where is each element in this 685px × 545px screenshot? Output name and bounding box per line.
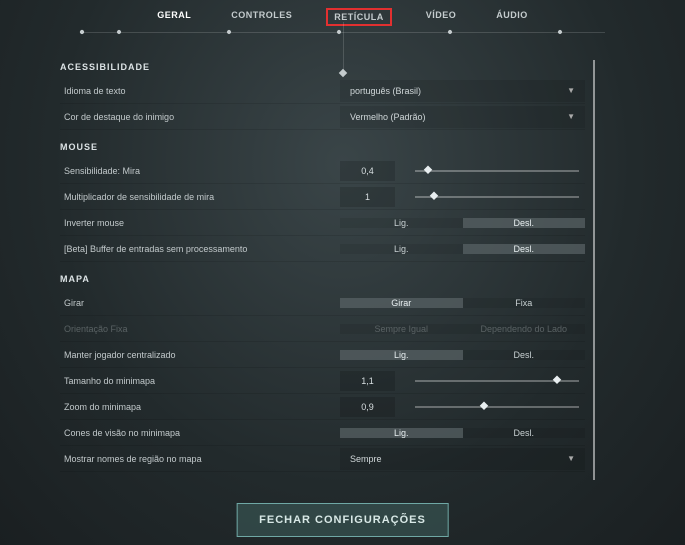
scrollbar[interactable] [593,60,595,480]
toggle-cones-on[interactable]: Lig. [340,428,463,438]
toggle-fixed[interactable]: Fixa [463,298,586,308]
row-vision-cones: Cones de visão no minimapa Lig. Desl. [60,420,585,446]
slider-scoped-mult[interactable] [415,196,579,198]
label-invert-mouse: Inverter mouse [60,218,340,228]
label-enemy-highlight: Cor de destaque do inimigo [60,112,340,122]
tab-general[interactable]: GERAL [151,8,197,26]
dropdown-value: português (Brasil) [350,86,421,96]
input-sensitivity[interactable]: 0,4 [340,161,395,181]
settings-content: ACESSIBILIDADE Idioma de texto português… [60,50,585,490]
label-fixed-orientation: Orientação Fixa [60,324,340,334]
toggle-invert-off[interactable]: Desl. [463,218,586,228]
toggle-same: Sempre Igual [340,324,463,334]
toggle-cones-off[interactable]: Desl. [463,428,586,438]
row-scoped-mult: Multiplicador de sensibilidade de mira 1 [60,184,585,210]
label-scoped-mult: Multiplicador de sensibilidade de mira [60,192,340,202]
row-invert-mouse: Inverter mouse Lig. Desl. [60,210,585,236]
row-keep-centered: Manter jogador centralizado Lig. Desl. [60,342,585,368]
label-text-language: Idioma de texto [60,86,340,96]
row-enemy-highlight: Cor de destaque do inimigo Vermelho (Pad… [60,104,585,130]
slider-sensitivity[interactable] [415,170,579,172]
label-minimap-size: Tamanho do minimapa [60,376,340,386]
row-raw-input: [Beta] Buffer de entradas sem processame… [60,236,585,262]
toggle-raw-on[interactable]: Lig. [340,244,463,254]
row-fixed-orientation: Orientação Fixa Sempre Igual Dependendo … [60,316,585,342]
dropdown-value: Vermelho (Padrão) [350,112,426,122]
toggle-raw-off[interactable]: Desl. [463,244,586,254]
toggle-side: Dependendo do Lado [463,324,586,334]
label-region-names: Mostrar nomes de região no mapa [60,454,340,464]
dropdown-enemy-highlight[interactable]: Vermelho (Padrão) ▼ [340,106,585,128]
chevron-down-icon: ▼ [567,454,575,463]
tab-video[interactable]: VÍDEO [420,8,463,26]
label-rotate: Girar [60,298,340,308]
label-minimap-zoom: Zoom do minimapa [60,402,340,412]
input-minimap-size[interactable]: 1,1 [340,371,395,391]
chevron-down-icon: ▼ [567,112,575,121]
chevron-down-icon: ▼ [567,86,575,95]
tab-controls[interactable]: CONTROLES [225,8,298,26]
row-minimap-size: Tamanho do minimapa 1,1 [60,368,585,394]
dropdown-region-names[interactable]: Sempre ▼ [340,448,585,470]
dropdown-value: Sempre [350,454,382,464]
slider-minimap-zoom[interactable] [415,406,579,408]
tab-audio[interactable]: ÁUDIO [490,8,534,26]
input-minimap-zoom[interactable]: 0,9 [340,397,395,417]
section-mouse-title: MOUSE [60,142,585,152]
slider-minimap-size[interactable] [415,380,579,382]
row-rotate: Girar Girar Fixa [60,290,585,316]
close-settings-button[interactable]: FECHAR CONFIGURAÇÕES [236,503,449,537]
input-scoped-mult[interactable]: 1 [340,187,395,207]
toggle-centered-off[interactable]: Desl. [463,350,586,360]
row-minimap-zoom: Zoom do minimapa 0,9 [60,394,585,420]
tab-crosshair[interactable]: RETÍCULA [326,8,392,26]
section-map-title: MAPA [60,274,585,284]
toggle-invert-on[interactable]: Lig. [340,218,463,228]
label-vision-cones: Cones de visão no minimapa [60,428,340,438]
toggle-rotate[interactable]: Girar [340,298,463,308]
section-accessibility-title: ACESSIBILIDADE [60,62,585,72]
label-keep-centered: Manter jogador centralizado [60,350,340,360]
toggle-centered-on[interactable]: Lig. [340,350,463,360]
dropdown-text-language[interactable]: português (Brasil) ▼ [340,80,585,102]
row-region-names: Mostrar nomes de região no mapa Sempre ▼ [60,446,585,472]
row-sensitivity: Sensibilidade: Mira 0,4 [60,158,585,184]
label-sensitivity: Sensibilidade: Mira [60,166,340,176]
label-raw-input: [Beta] Buffer de entradas sem processame… [60,244,340,254]
row-text-language: Idioma de texto português (Brasil) ▼ [60,78,585,104]
